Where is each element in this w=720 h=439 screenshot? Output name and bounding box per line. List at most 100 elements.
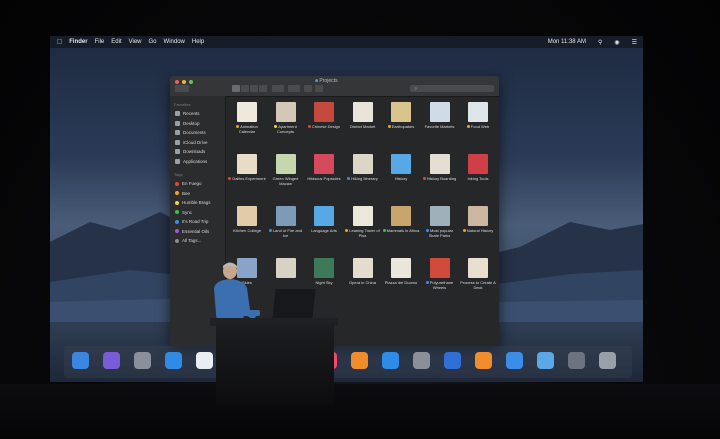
action-button[interactable] xyxy=(288,85,300,92)
downloads-stack-icon[interactable] xyxy=(568,352,585,369)
file-tag-dot xyxy=(274,125,278,129)
file-item[interactable]: Daliles Experiment xyxy=(228,151,266,195)
keynote-stage:  Finder File Edit View Go Window Help M… xyxy=(0,0,720,439)
system-preferences-icon[interactable] xyxy=(413,352,430,369)
file-name: Green Winged Macaw xyxy=(272,176,299,186)
file-item[interactable]: Animation Calendar xyxy=(228,99,266,143)
file-tag-dot xyxy=(228,177,232,181)
file-item[interactable]: District Market xyxy=(344,99,382,143)
file-item[interactable]: Land of Fire and Ice xyxy=(267,203,305,247)
sidebar-tag[interactable]: Essential Oils xyxy=(170,227,225,237)
menu-help[interactable]: Help xyxy=(192,39,204,45)
sidebar-item[interactable]: Applications xyxy=(170,157,225,167)
file-thumbnail xyxy=(429,258,450,278)
trash-icon[interactable] xyxy=(599,352,616,369)
file-tag-dot xyxy=(422,177,426,181)
tag-color-dot xyxy=(175,238,179,243)
sidebar-tag[interactable]: Sync xyxy=(170,208,225,218)
menu-go[interactable]: Go xyxy=(149,39,157,45)
list-view-button[interactable] xyxy=(241,85,249,92)
photos-icon[interactable] xyxy=(196,352,213,369)
file-tag-dot xyxy=(466,125,470,129)
file-item[interactable]: Inking Tools xyxy=(459,151,497,195)
minimize-button[interactable] xyxy=(182,80,186,84)
file-item[interactable]: Process to Create A Deck xyxy=(459,255,497,299)
file-item[interactable]: Piazza del Duomo xyxy=(382,255,420,299)
menu-file[interactable]: File xyxy=(95,39,105,45)
keynote-icon[interactable] xyxy=(444,352,461,369)
menu-bar:  Finder File Edit View Go Window Help M… xyxy=(50,36,643,48)
sidebar-item[interactable]: Downloads xyxy=(170,147,225,157)
column-view-button[interactable] xyxy=(250,85,258,92)
menu-view[interactable]: View xyxy=(129,39,142,45)
file-name: Chinese Design xyxy=(305,124,343,129)
file-item[interactable]: Green Winged Macaw xyxy=(267,151,305,195)
file-thumbnail xyxy=(275,154,296,174)
file-item[interactable]: Natural History xyxy=(459,203,497,247)
safari-icon[interactable] xyxy=(165,352,182,369)
menu-window[interactable]: Window xyxy=(164,39,185,45)
file-name: Language Arts xyxy=(311,228,337,233)
sidebar-item-label: Downloads xyxy=(183,149,206,155)
file-item[interactable]: History xyxy=(382,151,420,195)
xcode-icon[interactable] xyxy=(506,352,523,369)
launchpad-icon[interactable] xyxy=(134,352,151,369)
share-button[interactable] xyxy=(304,85,312,92)
clock[interactable]: Mon 11:38 AM xyxy=(548,39,586,45)
file-item[interactable]: Most popular Skate Parks xyxy=(421,203,459,247)
file-item[interactable]: Polyurethane Wheels xyxy=(421,255,459,299)
pages-icon[interactable] xyxy=(475,352,492,369)
file-thumbnail xyxy=(429,102,450,122)
file-item[interactable]: Leaning Tower of Pisa xyxy=(344,203,382,247)
file-item[interactable]: Opera in China xyxy=(344,255,382,299)
group-button[interactable] xyxy=(272,85,284,92)
siri-icon[interactable] xyxy=(103,352,120,369)
back-forward-buttons[interactable] xyxy=(175,85,189,92)
app-menu[interactable]: Finder xyxy=(69,39,87,45)
close-button[interactable] xyxy=(175,80,179,84)
file-name: Piazza del Duomo xyxy=(384,280,418,285)
apple-menu-icon[interactable]:  xyxy=(57,39,62,46)
control-center-icon[interactable]: ☰ xyxy=(632,39,637,46)
file-item[interactable]: Hiking Itinerary xyxy=(344,151,382,195)
file-thumbnail xyxy=(237,154,257,174)
sidebar-tag[interactable]: It's Road Trip xyxy=(170,217,225,227)
sidebar-tag[interactable]: En Fuego xyxy=(170,179,225,189)
search-input[interactable]: ⚲ xyxy=(410,85,494,92)
file-thumbnail xyxy=(352,258,373,278)
sidebar-item[interactable]: Recents xyxy=(170,109,225,119)
app-store-icon[interactable] xyxy=(382,352,399,369)
file-item[interactable]: Food Web xyxy=(459,99,497,143)
file-item[interactable]: Kitchen College xyxy=(228,203,266,247)
documents-icon xyxy=(175,130,180,136)
sidebar-tag[interactable]: Humble Brags xyxy=(170,198,225,208)
file-thumbnail xyxy=(237,206,257,226)
file-thumbnail xyxy=(275,206,296,226)
gallery-view-button[interactable] xyxy=(259,85,267,92)
sidebar-item[interactable]: Documents xyxy=(170,128,225,138)
sidebar-item[interactable]: Desktop xyxy=(170,119,225,129)
spotlight-icon[interactable]: ⚲ xyxy=(598,39,602,46)
tags-button[interactable] xyxy=(315,85,323,92)
file-item[interactable]: History Boarding xyxy=(421,151,459,195)
sidebar-tag[interactable]: All Tags... xyxy=(170,236,225,246)
sidebar-tag[interactable]: Bee xyxy=(170,189,225,199)
file-item[interactable]: Hibiscus Popsicles xyxy=(305,151,343,195)
books-icon[interactable] xyxy=(351,352,368,369)
file-item[interactable]: Earthquakes xyxy=(382,99,420,143)
file-item[interactable]: Mammals in Africa xyxy=(382,203,420,247)
file-item[interactable]: Language Arts xyxy=(305,203,343,247)
menu-edit[interactable]: Edit xyxy=(111,39,121,45)
user-icon[interactable]: ◉ xyxy=(614,39,619,46)
sidebar-item[interactable]: iCloud Drive xyxy=(170,138,225,148)
sidebar-item-label: Desktop xyxy=(183,120,200,126)
folder-icon[interactable] xyxy=(537,352,554,369)
file-item[interactable]: Chinese Design xyxy=(305,99,343,143)
file-name: Process to Create A Deck xyxy=(460,280,496,290)
finder-icon[interactable] xyxy=(72,352,89,369)
icon-view-button[interactable] xyxy=(232,85,240,92)
zoom-button[interactable] xyxy=(189,80,193,84)
file-name: Leaning Tower of Pisa xyxy=(344,228,382,238)
file-item[interactable]: Favorite Markets xyxy=(421,99,459,143)
file-item[interactable]: Apartment Concepts xyxy=(267,99,305,143)
